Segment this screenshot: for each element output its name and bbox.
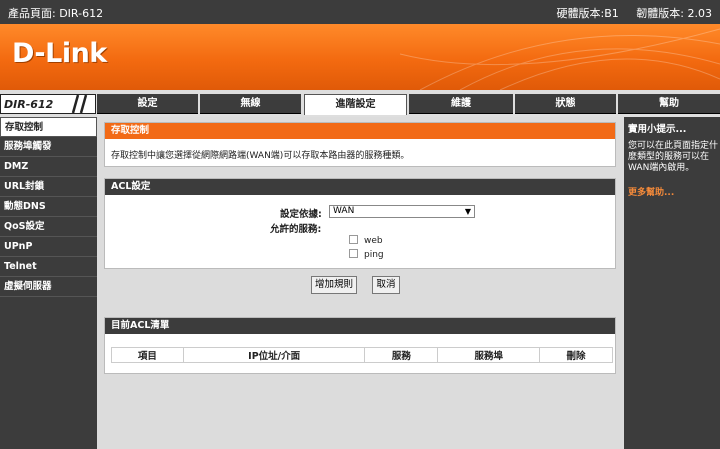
column-header-service: 服務	[364, 347, 439, 363]
dropdown-arrow-icon: ▼	[464, 207, 471, 216]
sidebar-item-qos[interactable]: QoS設定	[0, 217, 97, 237]
help-body: 您可以在此頁面指定什麼類型的服務可以在WAN端內啟用。	[628, 141, 719, 173]
sidebar-item-dmz[interactable]: DMZ	[0, 157, 97, 177]
slash-bars-icon	[71, 95, 88, 113]
acl-settings-title: ACL設定	[105, 179, 615, 195]
dlink-logo: D-Link	[12, 38, 107, 69]
table-header-row: 項目 IP位址/介面 服務 服務埠 刪除	[111, 347, 613, 363]
rule-based-value: WAN	[333, 206, 355, 216]
sidebar-item-url-block[interactable]: URL封鎖	[0, 177, 97, 197]
column-header-item: 項目	[111, 347, 184, 363]
web-service-label: web	[364, 236, 383, 246]
top-bar: 產品頁面: DIR-612 硬體版本:B1 韌體版本: 2.03	[0, 0, 720, 24]
version-info: 硬體版本:B1 韌體版本: 2.03	[543, 5, 712, 21]
access-control-title: 存取控制	[105, 123, 615, 139]
acl-list-section: 目前ACL清單 項目 IP位址/介面 服務 服務埠 刪除	[104, 317, 616, 374]
sidebar-item-telnet[interactable]: Telnet	[0, 257, 97, 277]
acl-list-title: 目前ACL清單	[105, 318, 615, 334]
main-content: 存取控制 存取控制中讓您選擇從網際網路端(WAN端)可以存取本路由器的服務種類。…	[97, 117, 623, 449]
tab-advanced[interactable]: 進階設定	[304, 94, 407, 115]
tab-status[interactable]: 狀態	[515, 94, 616, 114]
acl-table: 項目 IP位址/介面 服務 服務埠 刪除	[111, 347, 613, 363]
tab-wireless[interactable]: 無線	[200, 94, 301, 114]
tab-setup[interactable]: 設定	[97, 94, 198, 114]
ping-service-checkbox[interactable]	[349, 249, 358, 258]
more-help-link[interactable]: 更多幫助...	[628, 185, 674, 198]
tab-help[interactable]: 幫助	[618, 94, 720, 114]
cancel-button[interactable]: 取消	[372, 276, 400, 294]
ping-service-label: ping	[364, 250, 384, 260]
access-control-section: 存取控制 存取控制中讓您選擇從網際網路端(WAN端)可以存取本路由器的服務種類。	[104, 122, 616, 167]
column-header-ip-interface: IP位址/介面	[182, 347, 366, 363]
column-header-port: 服務埠	[437, 347, 541, 363]
firmware-version: 韌體版本: 2.03	[636, 7, 712, 20]
model-box: DIR-612	[0, 94, 96, 114]
rule-based-select[interactable]: WAN ▼	[329, 205, 475, 218]
sidebar-item-access-control[interactable]: 存取控制	[0, 117, 97, 137]
add-rule-button[interactable]: 增加規則	[311, 276, 357, 294]
help-panel: 實用小提示... 您可以在此頁面指定什麼類型的服務可以在WAN端內啟用。 更多幫…	[624, 117, 720, 449]
banner-decoration	[400, 28, 720, 90]
sidebar-item-port-trigger[interactable]: 服務埠觸發	[0, 137, 97, 157]
sidebar-item-virtual-server[interactable]: 虛擬伺服器	[0, 277, 97, 297]
sidebar-item-ddns[interactable]: 動態DNS	[0, 197, 97, 217]
allowed-services-label: 允許的服務:	[270, 224, 322, 235]
rule-based-label: 設定依據:	[280, 209, 322, 220]
web-service-checkbox[interactable]	[349, 235, 358, 244]
column-header-delete: 刪除	[539, 347, 613, 363]
tab-maintenance[interactable]: 維護	[409, 94, 513, 114]
product-page-label: 產品頁面: DIR-612	[8, 7, 104, 20]
model-name: DIR-612	[4, 98, 54, 111]
sidebar: 存取控制 服務埠觸發 DMZ URL封鎖 動態DNS QoS設定 UPnP Te…	[0, 117, 97, 449]
sidebar-item-upnp[interactable]: UPnP	[0, 237, 97, 257]
brand-banner: D-Link	[0, 24, 720, 90]
acl-settings-section: ACL設定 設定依據: WAN ▼ 允許的服務: web ping	[104, 178, 616, 269]
help-title: 實用小提示...	[628, 124, 687, 135]
hardware-version: 硬體版本:B1	[556, 7, 619, 20]
access-control-description: 存取控制中讓您選擇從網際網路端(WAN端)可以存取本路由器的服務種類。	[111, 151, 410, 161]
